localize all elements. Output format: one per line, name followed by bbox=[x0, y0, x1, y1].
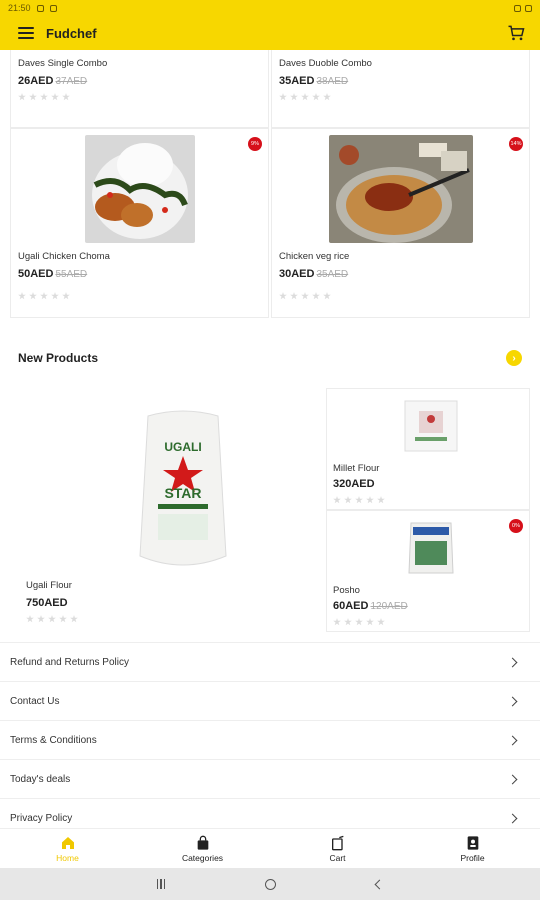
product-image bbox=[328, 135, 473, 243]
old-price: 35AED bbox=[316, 269, 349, 280]
notification-icon bbox=[36, 4, 44, 12]
view-all-arrow-icon[interactable]: › bbox=[506, 350, 522, 366]
product-price: 35AED 38AED bbox=[279, 75, 349, 87]
rating-stars bbox=[279, 93, 522, 101]
product-name: Chicken veg rice bbox=[279, 251, 350, 262]
product-image: UGALI STAR bbox=[128, 406, 238, 574]
link-refund-policy[interactable]: Refund and Returns Policy bbox=[0, 643, 540, 682]
section-title: New Products bbox=[18, 351, 99, 365]
product-name: Daves Single Combo bbox=[18, 58, 108, 69]
nav-cart[interactable]: Cart bbox=[270, 829, 405, 868]
app-title: Fudchef bbox=[46, 25, 97, 41]
chevron-right-icon bbox=[507, 735, 518, 745]
product-card-featured[interactable]: UGALI STAR Ugali Flour 750AED bbox=[10, 388, 326, 632]
rating-stars bbox=[333, 618, 523, 626]
rating-stars bbox=[18, 93, 261, 101]
home-icon bbox=[61, 836, 74, 849]
rating-stars bbox=[279, 292, 522, 300]
product-name: Ugali Chicken Choma bbox=[18, 251, 110, 262]
product-image bbox=[84, 135, 195, 243]
rating-stars bbox=[18, 292, 261, 300]
discount-badge: 14% bbox=[509, 137, 523, 151]
product-name: Posho bbox=[333, 585, 360, 596]
back-icon[interactable] bbox=[374, 879, 385, 889]
policy-links: Refund and Returns Policy Contact Us Ter… bbox=[0, 642, 540, 828]
old-price: 120AED bbox=[370, 601, 408, 612]
menu-icon[interactable] bbox=[14, 21, 38, 45]
discount-badge: 0% bbox=[509, 519, 523, 533]
rating-stars bbox=[333, 496, 523, 504]
product-card[interactable]: Daves Duoble Combo 35AED 38AED bbox=[271, 50, 530, 128]
product-card[interactable]: Daves Single Combo 26AED 37AED bbox=[10, 50, 269, 128]
product-name: Ugali Flour bbox=[26, 580, 72, 591]
product-image bbox=[401, 397, 461, 455]
cart-icon[interactable] bbox=[506, 23, 526, 43]
old-price: 38AED bbox=[316, 76, 349, 87]
bag-icon bbox=[197, 835, 208, 850]
old-price: 37AED bbox=[55, 76, 88, 87]
home-scroll[interactable]: Daves Single Combo 26AED 37AED Daves Duob… bbox=[0, 50, 540, 828]
status-time: 21:50 bbox=[8, 3, 31, 13]
product-price: 60AED 120AED bbox=[333, 600, 408, 612]
recent-apps-icon[interactable] bbox=[156, 879, 166, 889]
product-card[interactable]: 9% Ugali Chicken Choma 50AED 55AED bbox=[10, 128, 269, 318]
product-name: Millet Flour bbox=[333, 463, 380, 474]
notification-icon bbox=[49, 4, 57, 12]
new-products-header: New Products › bbox=[0, 328, 540, 388]
rating-stars bbox=[26, 615, 310, 623]
nav-home[interactable]: Home bbox=[0, 829, 135, 868]
nav-profile[interactable]: Profile bbox=[405, 829, 540, 868]
product-price: 750AED bbox=[26, 597, 68, 609]
product-price: 26AED 37AED bbox=[18, 75, 88, 87]
profile-icon bbox=[467, 835, 478, 850]
link-terms[interactable]: Terms & Conditions bbox=[0, 721, 540, 760]
product-price: 320AED bbox=[333, 478, 375, 490]
product-name: Daves Duoble Combo bbox=[279, 58, 372, 69]
app-bar: Fudchef bbox=[0, 16, 540, 50]
product-price: 30AED 35AED bbox=[279, 268, 349, 280]
signal-icon bbox=[514, 4, 521, 12]
link-todays-deals[interactable]: Today's deals bbox=[0, 760, 540, 799]
system-home-icon[interactable] bbox=[265, 878, 277, 890]
product-image bbox=[401, 519, 461, 577]
cart-icon bbox=[331, 835, 344, 850]
chevron-right-icon bbox=[507, 774, 518, 784]
product-card[interactable]: 0% Posho 60AED 120AED bbox=[326, 510, 530, 632]
product-card[interactable]: Millet Flour 320AED bbox=[326, 388, 530, 510]
nav-categories[interactable]: Categories bbox=[135, 829, 270, 868]
product-price: 50AED 55AED bbox=[18, 268, 88, 280]
old-price: 55AED bbox=[55, 269, 88, 280]
svg-text:UGALI: UGALI bbox=[164, 440, 201, 454]
product-card[interactable]: 14% Chicken veg rice 30AED 35AED bbox=[271, 128, 530, 318]
discount-badge: 9% bbox=[248, 137, 262, 151]
bottom-nav: Home Categories Cart Profile bbox=[0, 828, 540, 868]
status-bar: 21:50 bbox=[0, 0, 540, 16]
svg-text:STAR: STAR bbox=[164, 485, 201, 501]
chevron-right-icon bbox=[507, 696, 518, 706]
system-nav-bar bbox=[0, 868, 540, 900]
link-privacy-policy[interactable]: Privacy Policy bbox=[0, 799, 540, 828]
chevron-right-icon bbox=[507, 657, 518, 667]
battery-icon bbox=[525, 4, 532, 12]
link-contact-us[interactable]: Contact Us bbox=[0, 682, 540, 721]
chevron-right-icon bbox=[507, 813, 518, 823]
